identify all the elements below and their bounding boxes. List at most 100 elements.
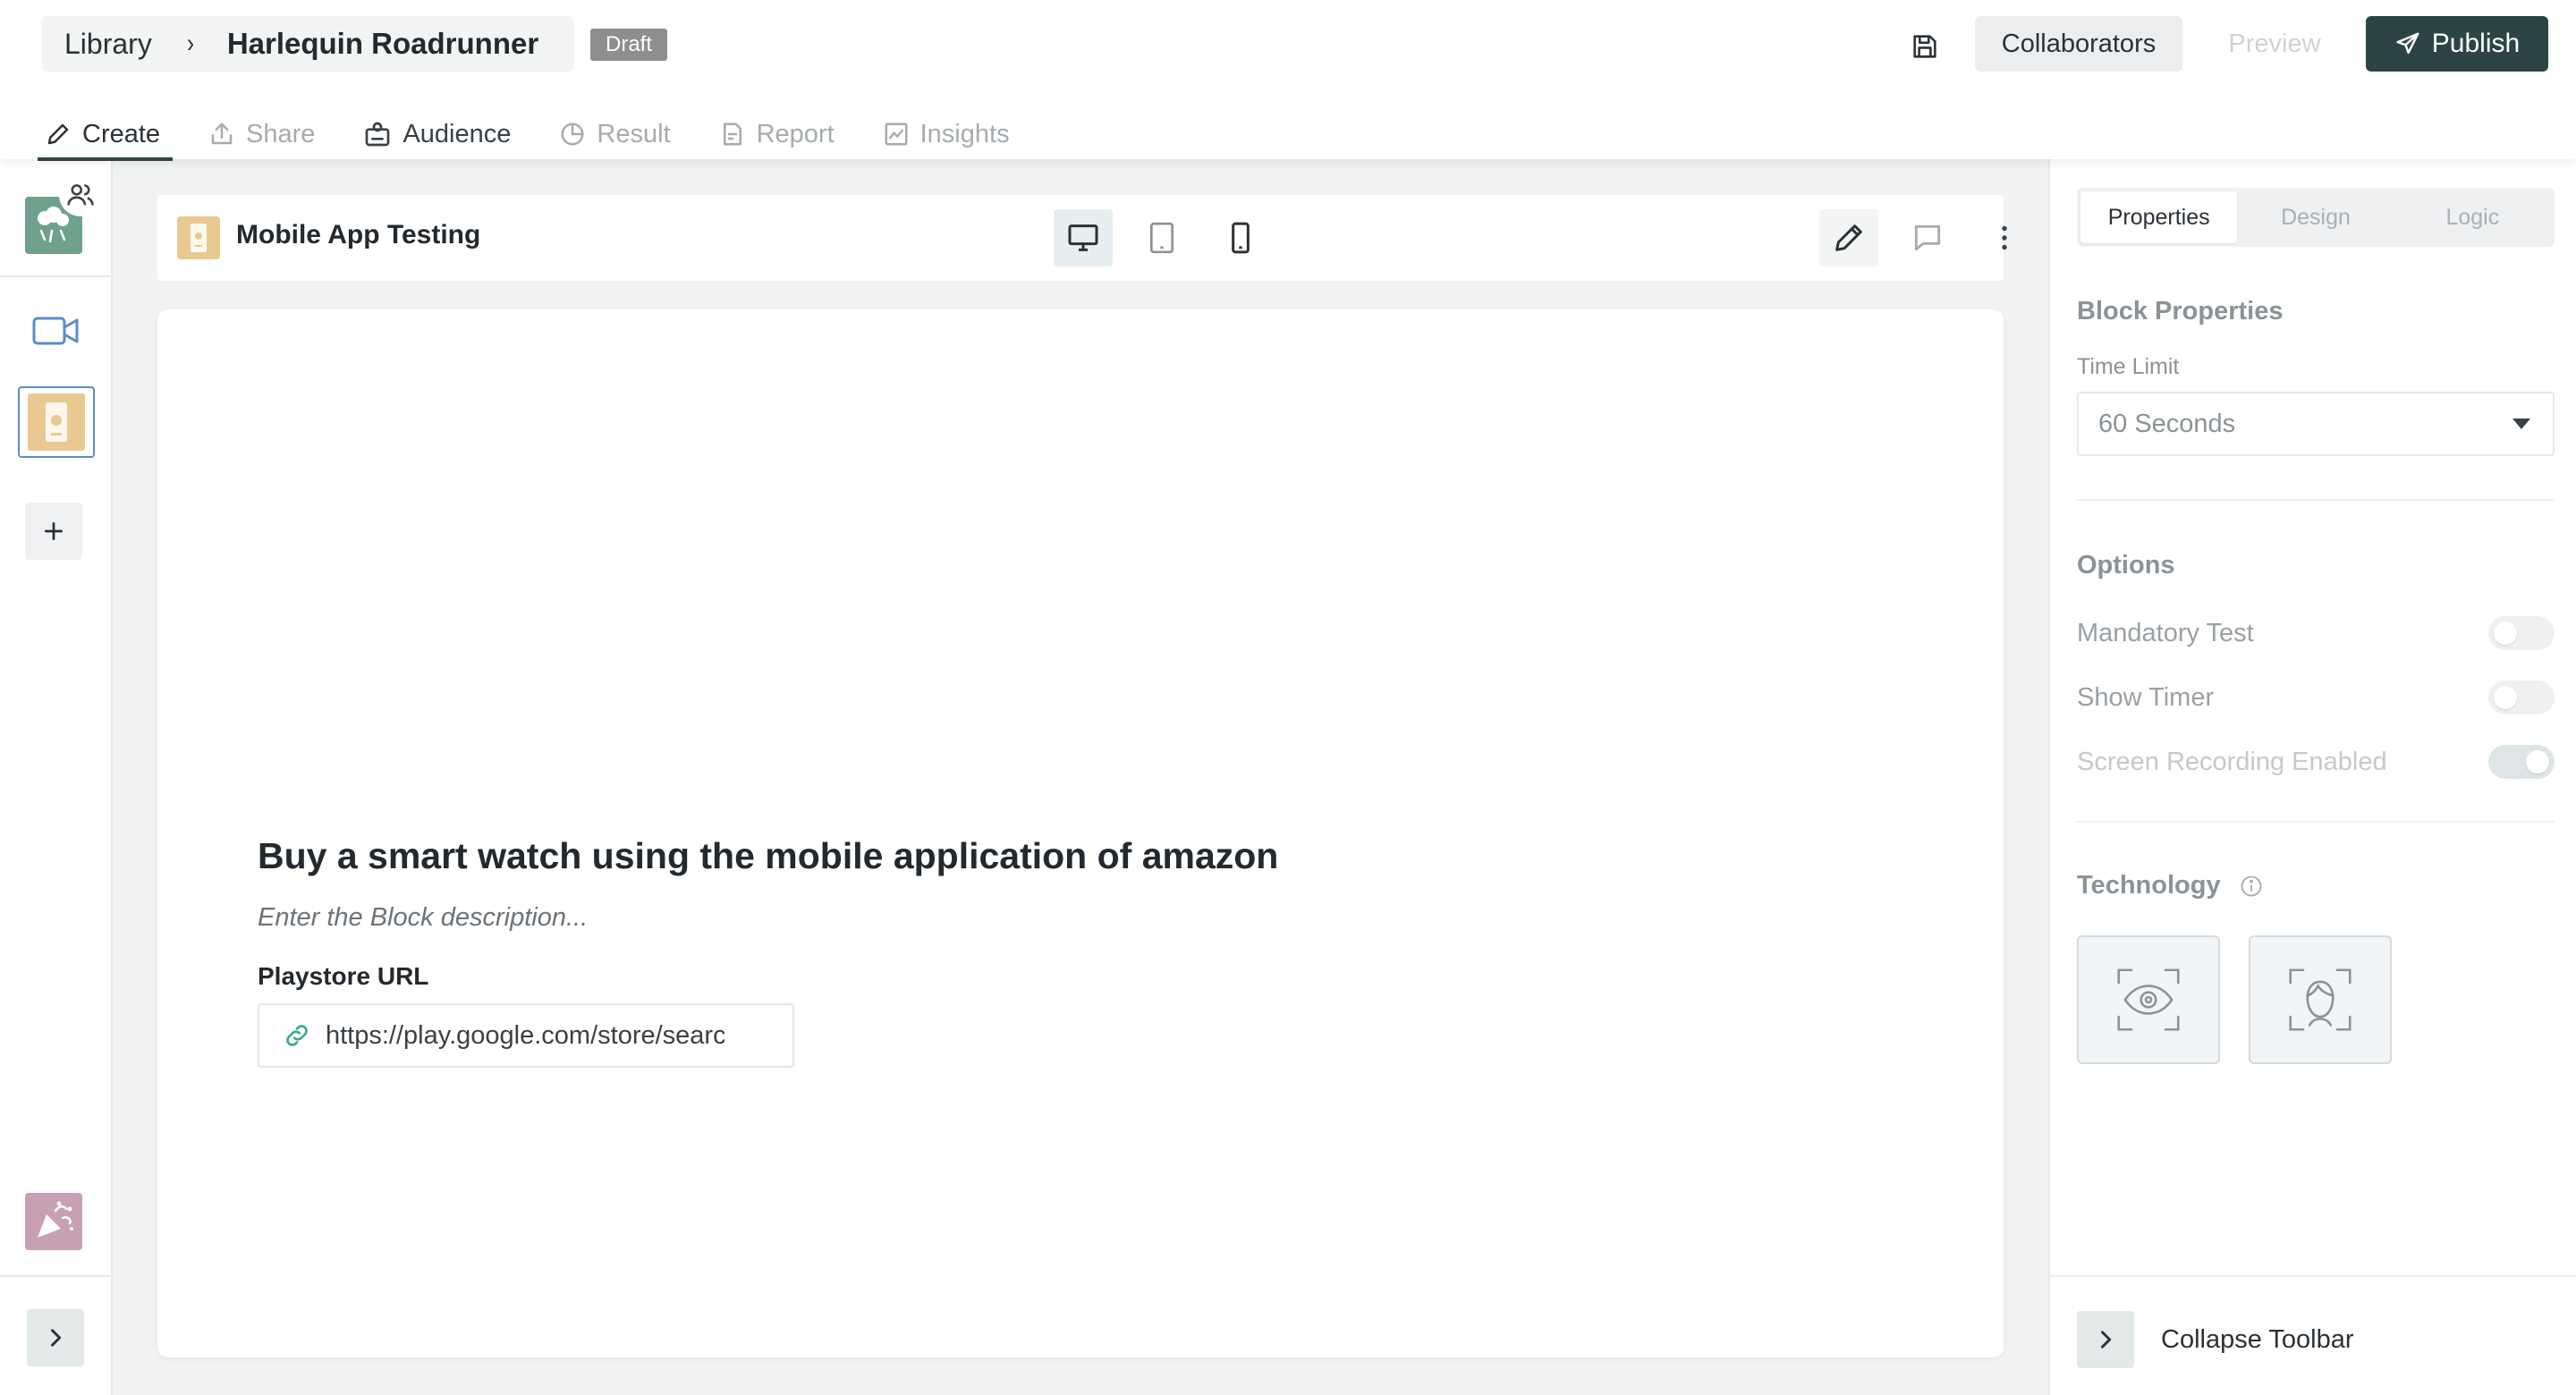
mobile-app-icon xyxy=(28,393,85,451)
desktop-view-button[interactable] xyxy=(1054,209,1113,266)
mobile-view-button[interactable] xyxy=(1211,209,1270,266)
report-icon xyxy=(723,123,741,146)
face-tracking-option[interactable] xyxy=(2249,935,2392,1064)
comment-icon xyxy=(1914,224,1941,251)
playstore-url-label: Playstore URL xyxy=(258,962,429,990)
screen-recording-toggle[interactable] xyxy=(2488,745,2555,779)
chevron-right-icon xyxy=(2101,1331,2112,1348)
project-title[interactable]: Harlequin Roadrunner xyxy=(227,27,538,61)
tab-design[interactable]: Design xyxy=(2237,191,2394,243)
tab-share-label: Share xyxy=(246,119,316,148)
plus-icon xyxy=(44,521,64,541)
block-title[interactable]: Buy a smart watch using the mobile appli… xyxy=(258,835,1278,877)
panel-divider xyxy=(2077,499,2555,501)
mandatory-test-toggle[interactable] xyxy=(2488,616,2555,650)
phone-icon xyxy=(1232,222,1250,254)
desktop-icon xyxy=(1068,224,1098,251)
publish-button[interactable]: Publish xyxy=(2366,16,2548,72)
collaborators-badge[interactable] xyxy=(59,173,102,216)
tab-insights-label: Insights xyxy=(919,119,1010,148)
save-button[interactable] xyxy=(1902,25,1948,68)
tab-result-label: Result xyxy=(597,119,671,148)
playstore-url-input[interactable] xyxy=(326,1020,724,1051)
block-card: Buy a smart watch using the mobile appli… xyxy=(157,309,2004,1357)
send-icon xyxy=(2396,32,2419,55)
tab-properties[interactable]: Properties xyxy=(2080,191,2238,243)
tab-create[interactable]: Create xyxy=(37,109,174,161)
breadcrumb-separator: › xyxy=(186,29,194,58)
tab-audience[interactable]: Audience xyxy=(360,109,511,159)
more-vertical-icon xyxy=(2002,225,2007,250)
option-screen-recording: Screen Recording Enabled xyxy=(2077,744,2555,780)
status-badge: Draft xyxy=(590,29,668,61)
time-limit-value: 60 Seconds xyxy=(2098,409,2236,438)
eye-tracking-option[interactable] xyxy=(2077,935,2220,1064)
top-header: Library › Harlequin Roadrunner Draft Col… xyxy=(0,0,2576,161)
time-limit-label: Time Limit xyxy=(2077,354,2180,379)
tab-result[interactable]: Result xyxy=(555,109,671,159)
time-limit-select[interactable]: 60 Seconds xyxy=(2077,392,2555,456)
option-label: Mandatory Test xyxy=(2077,618,2254,647)
playstore-url-field[interactable] xyxy=(258,1003,794,1068)
publish-label: Publish xyxy=(2431,29,2521,58)
tablet-view-button[interactable] xyxy=(1132,209,1191,266)
share-icon xyxy=(211,123,233,145)
rail-video-block[interactable] xyxy=(25,302,86,359)
party-icon xyxy=(25,1193,82,1250)
insights-icon xyxy=(885,123,908,146)
pie-chart-icon xyxy=(561,123,584,146)
breadcrumb: Library › Harlequin Roadrunner xyxy=(41,16,574,72)
block-toolbar: Mobile App Testing xyxy=(157,195,2007,281)
comment-button[interactable] xyxy=(1898,209,1957,266)
tab-create-label: Create xyxy=(82,119,161,148)
preview-button[interactable]: Preview xyxy=(2202,16,2347,72)
option-label: Screen Recording Enabled xyxy=(2077,747,2387,776)
option-mandatory-test: Mandatory Test xyxy=(2077,615,2555,651)
block-properties-heading: Block Properties xyxy=(2077,297,2284,326)
face-tracking-icon xyxy=(2289,968,2351,1031)
save-icon xyxy=(1913,35,1936,58)
tab-audience-label: Audience xyxy=(402,119,512,148)
eye-tracking-icon xyxy=(2117,968,2180,1031)
panel-divider xyxy=(2077,821,2555,823)
breadcrumb-library-link[interactable]: Library xyxy=(64,28,152,61)
tab-report[interactable]: Report xyxy=(716,109,835,159)
users-icon xyxy=(67,184,94,206)
more-options-button[interactable] xyxy=(1975,209,2034,266)
options-heading: Options xyxy=(2077,551,2175,579)
properties-panel: Properties Design Logic Block Properties… xyxy=(2048,159,2576,1395)
tab-logic[interactable]: Logic xyxy=(2394,191,2551,243)
rail-mobile-app-block[interactable] xyxy=(18,386,95,458)
editor-canvas: Mobile App Testing Buy a smart watch usi… xyxy=(113,159,2048,1395)
info-icon[interactable] xyxy=(2239,874,2264,899)
collapse-toolbar-button[interactable] xyxy=(2077,1311,2134,1368)
video-icon xyxy=(32,317,79,345)
option-label: Show Timer xyxy=(2077,682,2215,712)
tab-report-label: Report xyxy=(756,119,835,148)
chevron-right-icon xyxy=(51,1329,62,1347)
edit-block-button[interactable] xyxy=(1819,209,1878,266)
collaborators-button[interactable]: Collaborators xyxy=(1975,16,2182,72)
add-block-button[interactable] xyxy=(25,503,82,560)
rail-divider xyxy=(0,1275,113,1277)
rail-divider xyxy=(0,275,113,277)
rail-thank-you-block[interactable] xyxy=(25,1193,82,1250)
caret-down-icon xyxy=(2512,418,2530,429)
tablet-icon xyxy=(1150,222,1174,254)
block-description[interactable]: Enter the Block description... xyxy=(258,903,588,933)
pencil-icon xyxy=(47,123,69,145)
collapse-toolbar-label[interactable]: Collapse Toolbar xyxy=(2161,1325,2354,1355)
panel-footer: Collapse Toolbar xyxy=(2050,1275,2576,1395)
tab-share[interactable]: Share xyxy=(205,109,315,159)
link-icon xyxy=(286,1025,308,1046)
pencil-icon xyxy=(1835,224,1862,251)
audience-icon xyxy=(366,122,390,147)
main-tabs: Create Share Audience Result Report Insi… xyxy=(37,109,1055,161)
technology-label: Technology xyxy=(2077,871,2221,900)
expand-rail-button[interactable] xyxy=(27,1309,84,1366)
block-rail xyxy=(0,159,113,1395)
block-type-title: Mobile App Testing xyxy=(236,220,481,249)
tab-insights[interactable]: Insights xyxy=(879,109,1010,159)
show-timer-toggle[interactable] xyxy=(2488,681,2555,714)
option-show-timer: Show Timer xyxy=(2077,680,2555,715)
